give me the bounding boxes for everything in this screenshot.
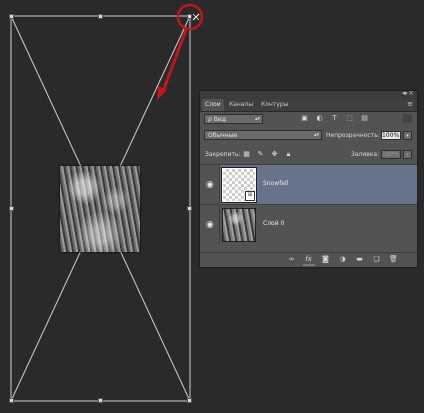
handle-middle-left[interactable] (9, 206, 14, 211)
handle-middle-right[interactable] (187, 206, 192, 211)
filter-row: ρ Вид ▴▾ ▣ ◐ T ⬚ ▤ (200, 114, 417, 125)
visibility-cell[interactable]: ◉ (200, 205, 220, 244)
resize-grip[interactable] (303, 264, 315, 266)
smart-object-filter-icon[interactable]: ▤ (360, 114, 369, 123)
lock-image-icon[interactable]: ✎ (256, 150, 265, 159)
double-chevron-icon[interactable]: ◂▸ × (402, 89, 414, 97)
layer-thumbnail[interactable]: ⊞ (221, 167, 257, 203)
opacity-input[interactable]: 100% (381, 131, 401, 140)
layer-name[interactable]: Snowfall (263, 180, 288, 187)
layer-row-snowfall[interactable]: ◉ ⊞ Snowfall (200, 164, 417, 204)
lock-all-icon[interactable]: 🔒︎ (284, 150, 293, 159)
annotation-arrow (160, 29, 188, 95)
tab-paths[interactable]: Контуры (258, 99, 291, 111)
image-filter-icon[interactable]: ▣ (300, 114, 309, 123)
layer-row-layer-0[interactable]: ◉ Слой 0 (200, 204, 417, 244)
mask-icon[interactable]: ◙ (321, 255, 330, 264)
panel-title-bar[interactable]: ◂▸ × (200, 89, 417, 99)
fill-input[interactable]: 100% (381, 150, 401, 159)
tab-bar: Слои Каналы Контуры ≡ (200, 99, 417, 112)
handle-bottom-left[interactable] (9, 398, 14, 403)
fx-icon[interactable]: fx (304, 255, 313, 264)
filter-toggle-icon[interactable] (403, 114, 412, 123)
layer-name[interactable]: Слой 0 (263, 220, 284, 227)
lock-position-icon[interactable]: ✥ (270, 150, 279, 159)
handle-bottom-middle[interactable] (98, 398, 103, 403)
tab-channels[interactable]: Каналы (226, 99, 256, 111)
eye-icon[interactable]: ◉ (206, 180, 214, 190)
type-filter-icon[interactable]: T (330, 114, 339, 123)
filter-kind-select[interactable]: ρ Вид ▴▾ (204, 114, 263, 124)
handle-top-right[interactable] (187, 14, 192, 19)
lock-label: Закрепить: (205, 151, 241, 158)
shape-filter-icon[interactable]: ⬚ (345, 114, 354, 123)
blend-mode-select[interactable]: Обычные ▴▾ (204, 130, 322, 140)
smart-object-icon: ⊞ (245, 191, 255, 201)
fill-label: Заливка: (351, 151, 380, 158)
visibility-cell[interactable]: ◉ (200, 165, 220, 204)
opacity-label: Непрозрачность: (326, 132, 380, 139)
handle-top-middle[interactable] (98, 14, 103, 19)
group-folder-icon[interactable]: ▬ (355, 255, 364, 264)
lock-transparent-icon[interactable]: ▦ (242, 150, 251, 159)
handle-top-left[interactable] (9, 14, 14, 19)
layers-panel: ◂▸ × Слои Каналы Контуры ≡ ρ Вид ▴▾ ▣ ◐ T… (199, 89, 418, 268)
link-layers-icon[interactable]: ∞ (287, 255, 296, 264)
snow-photo-image (60, 166, 140, 252)
adjustment-filter-icon[interactable]: ◐ (315, 114, 324, 123)
trash-icon[interactable]: 🗑︎ (389, 255, 398, 264)
fill-dropdown-button[interactable]: ▾ (403, 150, 412, 159)
resize-cursor-icon (192, 13, 200, 21)
tab-layers[interactable]: Слои (202, 99, 224, 111)
panel-bottom-bar: ∞ fx ◙ ◑ ▬ ❏ 🗑︎ (200, 252, 417, 267)
new-layer-icon[interactable]: ❏ (372, 255, 381, 264)
opacity-dropdown-button[interactable]: ▾ (403, 131, 412, 140)
eye-icon[interactable]: ◉ (206, 220, 214, 230)
adjustment-layer-icon[interactable]: ◑ (338, 255, 347, 264)
layer-thumbnail[interactable] (222, 208, 256, 242)
handle-bottom-right[interactable] (187, 398, 192, 403)
panel-menu-icon[interactable]: ≡ (407, 100, 413, 108)
blend-row: Обычные ▴▾ Непрозрачность: 100% ▾ (200, 130, 417, 141)
lock-row: Закрепить: ▦ ✎ ✥ 🔒︎ Заливка: 100% ▾ (200, 149, 417, 160)
